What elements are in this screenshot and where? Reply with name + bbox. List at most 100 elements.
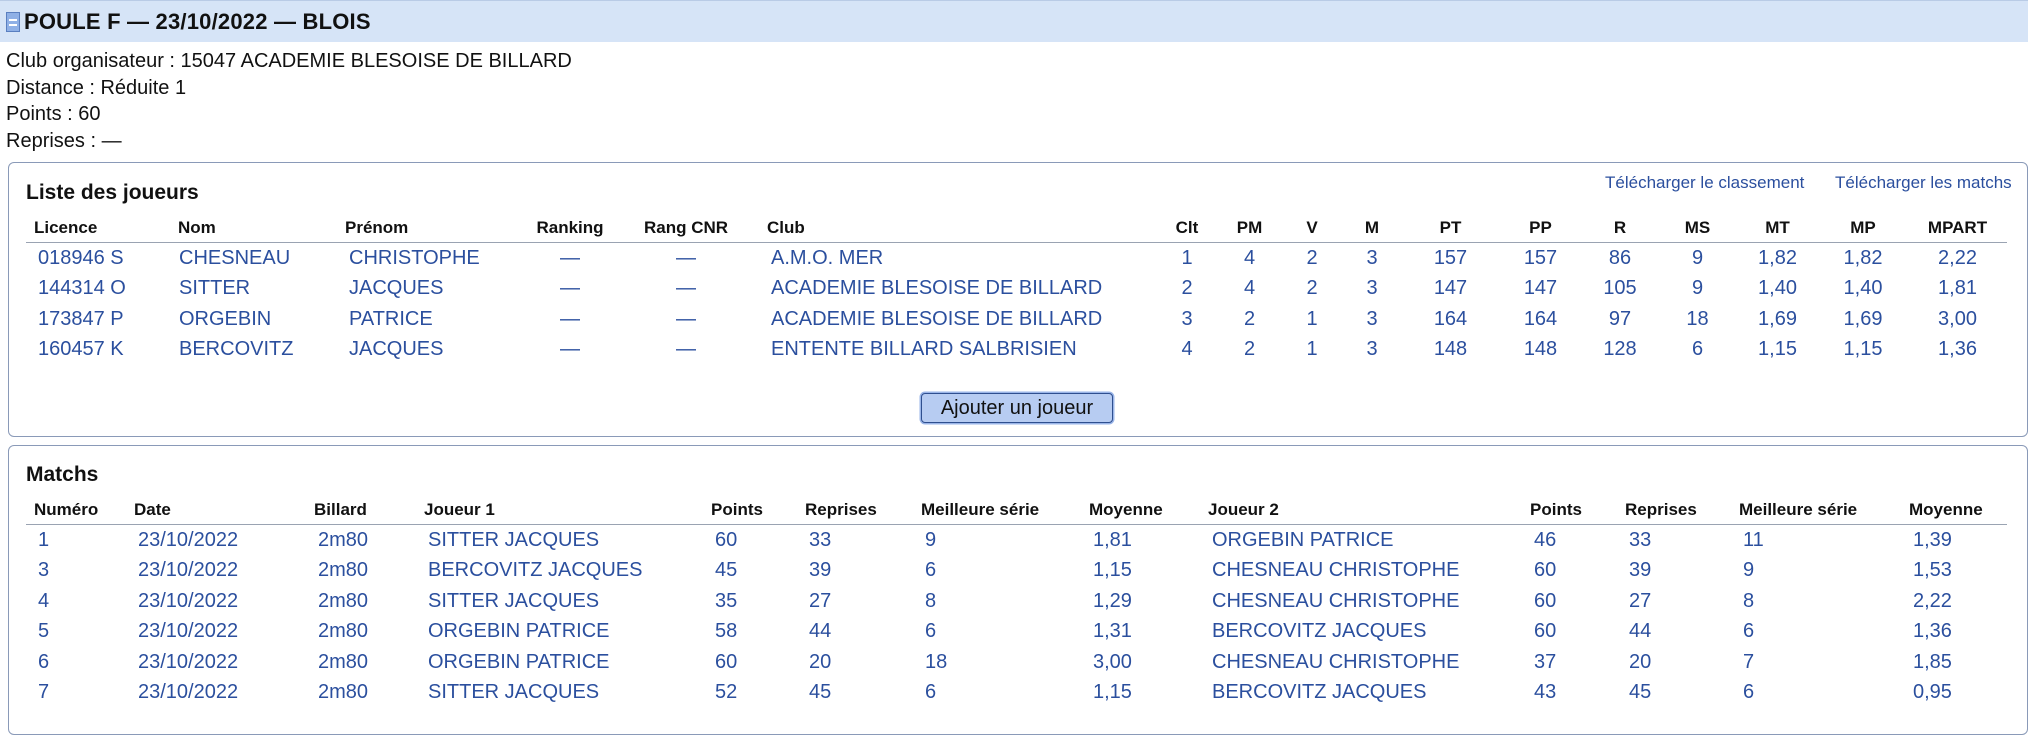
player-cell-prenom[interactable]: CHRISTOPHE: [345, 243, 535, 274]
col-pm[interactable]: PM: [1217, 214, 1282, 243]
col-date[interactable]: Date: [134, 496, 314, 525]
col-moyenne-2[interactable]: Moyenne: [1909, 496, 2007, 525]
col-mt[interactable]: MT: [1737, 214, 1818, 243]
col-mp[interactable]: MP: [1818, 214, 1908, 243]
col-pp[interactable]: PP: [1499, 214, 1582, 243]
col-m[interactable]: M: [1342, 214, 1402, 243]
col-moyenne-1[interactable]: Moyenne: [1089, 496, 1208, 525]
player-cell-pm: 4: [1243, 246, 1256, 269]
player-cell-nom[interactable]: ORGEBIN: [175, 304, 345, 335]
matches-panel: Matchs Numéro Date Billard Joueur 1 Poin…: [8, 445, 2028, 735]
col-meilleure-serie-1[interactable]: Meilleure série: [921, 496, 1089, 525]
download-matches-link[interactable]: Télécharger les matchs: [1835, 173, 2012, 193]
col-numero[interactable]: Numéro: [26, 496, 134, 525]
match-row[interactable]: 6 23/10/2022 2m80 ORGEBIN PATRICE 60 20 18 3,00…: [26, 647, 2007, 678]
player-cell-mpart: 2,22: [1938, 246, 1977, 269]
col-points-1[interactable]: Points: [711, 496, 805, 525]
col-billard[interactable]: Billard: [314, 496, 424, 525]
match-cell-meilleure-serie-2: 6: [1743, 620, 1755, 643]
player-cell-mp: 1,69: [1843, 307, 1883, 330]
match-cell-date: 23/10/2022: [138, 681, 239, 704]
match-cell-joueur-1: ORGEBIN PATRICE: [428, 650, 610, 673]
player-cell-club: ACADEMIE BLESOISE DE BILLARD: [771, 277, 1103, 300]
match-row[interactable]: 4 23/10/2022 2m80 SITTER JACQUES 35 27 8 1,29 CH…: [26, 586, 2007, 617]
players-title: Liste des joueurs: [26, 181, 199, 204]
player-cell-licence[interactable]: 018946 S: [26, 243, 175, 274]
match-cell-points-2: 60: [1534, 559, 1557, 582]
player-cell-nom[interactable]: CHESNEAU: [175, 243, 345, 274]
player-cell-prenom[interactable]: JACQUES: [345, 274, 535, 305]
col-reprises-2[interactable]: Reprises: [1625, 496, 1739, 525]
match-cell-moyenne-2: 1,85: [1913, 650, 1952, 673]
player-cell-licence[interactable]: 173847 P: [26, 304, 175, 335]
player-cell-rang-cnr: —: [676, 307, 696, 330]
player-cell-v: 2: [1306, 277, 1318, 300]
col-rang-cnr[interactable]: Rang CNR: [605, 214, 767, 243]
match-cell-reprises-1: 27: [809, 589, 832, 612]
col-clt[interactable]: Clt: [1157, 214, 1217, 243]
player-cell-nom[interactable]: SITTER: [175, 274, 345, 305]
col-licence[interactable]: Licence: [26, 214, 175, 243]
match-cell-joueur-1: SITTER JACQUES: [428, 681, 600, 704]
pool-info: Club organisateur : 15047 ACADEMIE BLESO…: [6, 48, 572, 154]
col-joueur-2[interactable]: Joueur 2: [1208, 496, 1530, 525]
player-cell-nom[interactable]: BERCOVITZ: [175, 335, 345, 366]
match-row[interactable]: 1 23/10/2022 2m80 SITTER JACQUES 60 33 9 1,81 OR…: [26, 525, 2007, 556]
match-row[interactable]: 5 23/10/2022 2m80 ORGEBIN PATRICE 58 44 6 1,31 B…: [26, 617, 2007, 648]
match-cell-joueur-1: ORGEBIN PATRICE: [428, 620, 610, 643]
match-cell-moyenne-1: 1,31: [1093, 620, 1132, 643]
match-cell-reprises-2: 33: [1629, 528, 1652, 551]
col-r[interactable]: R: [1582, 214, 1658, 243]
match-cell-meilleure-serie-1: 9: [925, 528, 937, 551]
col-points-2[interactable]: Points: [1530, 496, 1625, 525]
col-club[interactable]: Club: [767, 214, 1157, 243]
match-cell-meilleure-serie-2: 6: [1743, 681, 1755, 704]
player-cell-prenom[interactable]: PATRICE: [345, 304, 535, 335]
player-row[interactable]: 173847 P ORGEBIN PATRICE — — ACADEMIE BLESOIS…: [26, 304, 2007, 335]
player-cell-mt: 1,15: [1758, 338, 1797, 361]
col-mpart[interactable]: MPART: [1908, 214, 2007, 243]
col-joueur-1[interactable]: Joueur 1: [424, 496, 711, 525]
match-cell-billard: 2m80: [318, 620, 369, 643]
player-cell-mpart: 3,00: [1938, 307, 1977, 330]
player-cell-prenom[interactable]: JACQUES: [345, 335, 535, 366]
match-row[interactable]: 7 23/10/2022 2m80 SITTER JACQUES 52 45 6 1,15 BE…: [26, 678, 2007, 709]
player-cell-pt: 164: [1433, 307, 1468, 330]
col-prenom[interactable]: Prénom: [345, 214, 535, 243]
match-cell-joueur-2: CHESNEAU CHRISTOPHE: [1212, 559, 1460, 582]
download-ranking-link[interactable]: Télécharger le classement: [1605, 173, 1804, 193]
player-cell-m: 3: [1366, 338, 1378, 361]
match-row[interactable]: 3 23/10/2022 2m80 BERCOVITZ JACQUES 45 39 6 1,1…: [26, 556, 2007, 587]
col-meilleure-serie-2[interactable]: Meilleure série: [1739, 496, 1909, 525]
page-title: POULE F — 23/10/2022 — BLOIS: [24, 8, 371, 34]
match-cell-billard: 2m80: [318, 528, 369, 551]
match-cell-meilleure-serie-2: 8: [1743, 589, 1755, 612]
col-pt[interactable]: PT: [1402, 214, 1499, 243]
match-cell-moyenne-1: 3,00: [1093, 650, 1132, 673]
match-cell-reprises-2: 45: [1629, 681, 1652, 704]
player-cell-licence[interactable]: 160457 K: [26, 335, 175, 366]
match-cell-moyenne-2: 2,22: [1913, 589, 1952, 612]
player-row[interactable]: 160457 K BERCOVITZ JACQUES — — ENTENTE BILLAR…: [26, 335, 2007, 366]
col-ms[interactable]: MS: [1658, 214, 1737, 243]
player-row[interactable]: 144314 O SITTER JACQUES — — ACADEMIE BLESOISE…: [26, 274, 2007, 305]
player-cell-club: ACADEMIE BLESOISE DE BILLARD: [771, 307, 1103, 330]
player-cell-pm: 2: [1243, 338, 1256, 361]
matches-header-row: Numéro Date Billard Joueur 1 Points Repr…: [26, 496, 2007, 525]
player-cell-clt: 4: [1181, 338, 1193, 361]
col-ranking[interactable]: Ranking: [535, 214, 605, 243]
col-nom[interactable]: Nom: [175, 214, 345, 243]
player-cell-mt: 1,69: [1758, 307, 1797, 330]
player-cell-pm: 2: [1243, 307, 1256, 330]
points-info: Points : 60: [6, 103, 101, 125]
player-cell-licence[interactable]: 144314 O: [26, 274, 175, 305]
match-cell-points-2: 37: [1534, 650, 1557, 673]
match-cell-moyenne-2: 0,95: [1913, 681, 1952, 704]
add-player-button[interactable]: Ajouter un joueur: [921, 393, 1113, 423]
player-cell-mt: 1,82: [1758, 246, 1797, 269]
col-v[interactable]: V: [1282, 214, 1342, 243]
player-row[interactable]: 018946 S CHESNEAU CHRISTOPHE — — A.M.O. MER 1 4…: [26, 243, 2007, 274]
match-cell-reprises-1: 20: [809, 650, 832, 673]
col-reprises-1[interactable]: Reprises: [805, 496, 921, 525]
match-cell-moyenne-2: 1,53: [1913, 559, 1952, 582]
